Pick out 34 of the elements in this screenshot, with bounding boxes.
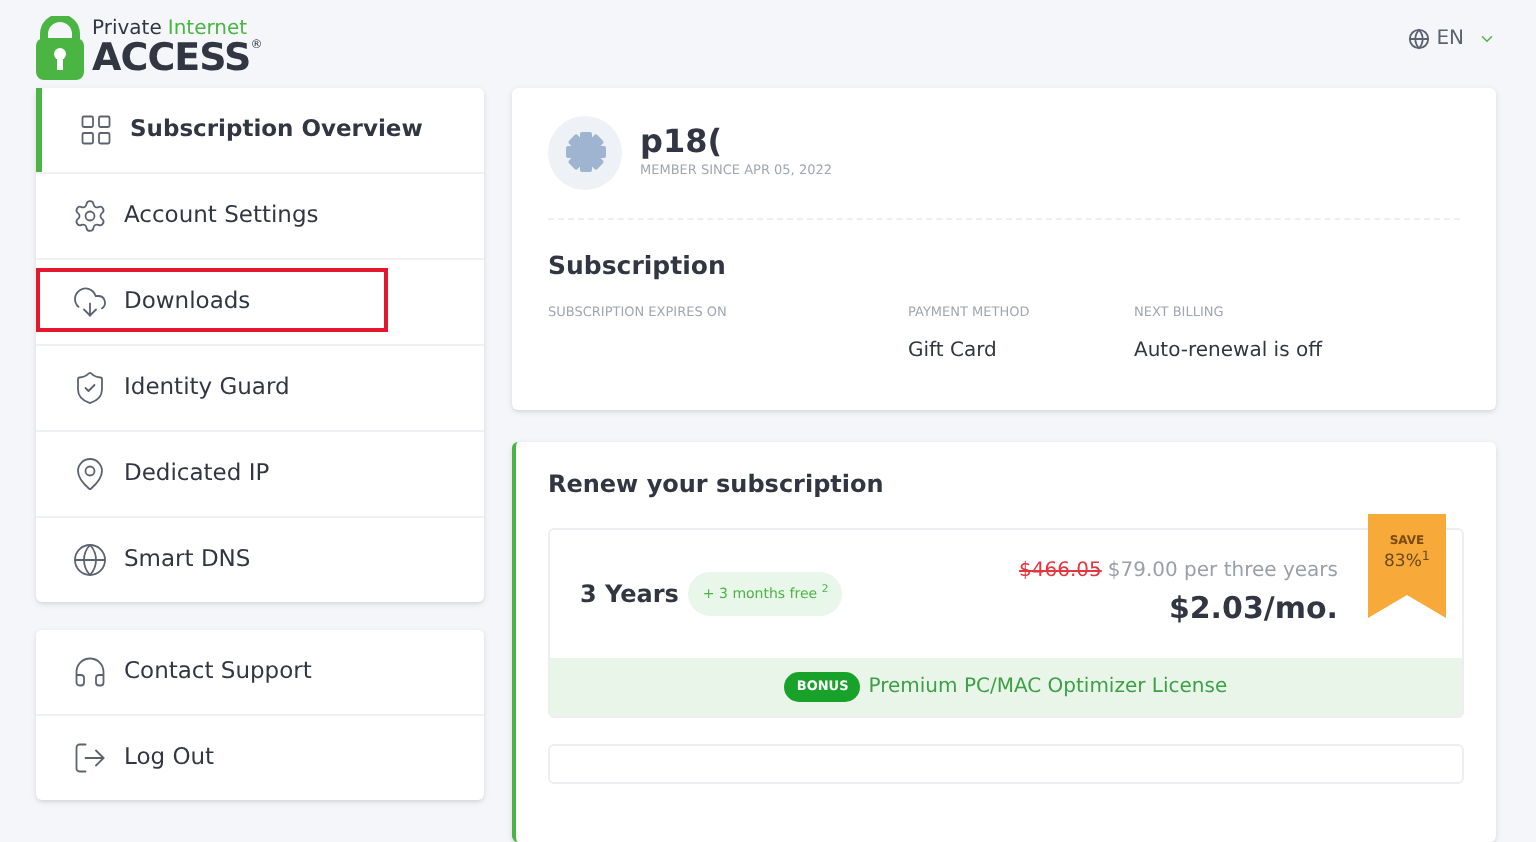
field-value: Auto-renewal is off: [1134, 338, 1322, 366]
logo-text: Private: [92, 19, 162, 39]
section-title: Renew your subscription: [548, 468, 886, 502]
field-value: Gift Card: [908, 338, 999, 366]
plan-name: 3 Years: [580, 578, 679, 612]
logo-text: Internet: [167, 19, 248, 39]
sidebar-item[interactable]: Dedicated IP: [36, 431, 484, 515]
map-pin-icon: [72, 455, 108, 491]
sidebar-item[interactable]: Contact Support: [36, 629, 484, 713]
language-selector[interactable]: EN: [1408, 24, 1496, 54]
globe-icon: [1408, 28, 1431, 50]
monthly-price: $2.03/mo.: [1168, 588, 1338, 631]
username: p18(: [640, 122, 725, 163]
price-note: $79.00 per three years: [1107, 558, 1338, 587]
padlock-logo-icon: [36, 16, 84, 80]
grid-icon: [78, 111, 114, 147]
section-title: Subscription: [548, 247, 728, 284]
headset-icon: [72, 653, 108, 689]
cloud-download-icon: [72, 283, 108, 319]
ribbon-value: 83%$^{1}$: [1384, 550, 1430, 576]
shield-icon: [72, 369, 108, 405]
sidebar-item[interactable]: Account Settings: [36, 173, 484, 257]
sidebar-item[interactable]: Smart DNS: [36, 517, 484, 601]
logo-wordmark: ACCESS: [92, 39, 251, 77]
chevron-down-icon: [1478, 30, 1496, 48]
globe-icon: [72, 541, 108, 577]
sidebar-item[interactable]: Downloads: [36, 259, 484, 343]
old-price: $466.05: [1019, 558, 1102, 587]
sidebar-item[interactable]: Log Out: [36, 715, 484, 799]
settings-icon: [72, 197, 108, 233]
bonus-text: Premium PC/MAC Optimizer License: [868, 674, 1228, 702]
logout-icon: [72, 739, 108, 775]
sidebar-item[interactable]: Identity Guard: [36, 345, 484, 429]
sidebar-item[interactable]: Subscription Overview: [36, 87, 484, 171]
